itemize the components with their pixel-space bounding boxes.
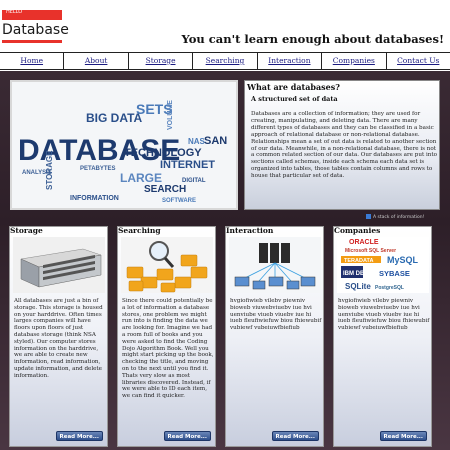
stack-link-text: A stack of information! [373, 215, 425, 220]
cloud-word: ANALYSIS [22, 170, 52, 176]
main-content: DATABASE BIG DATA SETS STORAGE TECHNOLOG… [0, 71, 450, 450]
vendor-logo: PostgreSQL [375, 285, 404, 291]
square-icon [366, 214, 371, 219]
read-more-button[interactable]: Read More... [163, 431, 211, 441]
card-text: hvgiofiwieb vilebv piewniv bioweb viuweb… [338, 298, 430, 332]
logo-underline [2, 40, 62, 43]
database-vendor-logos-image: ORACLE Microsoft SQL Server TERADATA MyS… [337, 237, 429, 293]
site-header: HELLO Database You can't learn enough ab… [0, 0, 450, 52]
folders-magnifier-image [121, 237, 213, 293]
card-text: hvgiofiwieb vilebv piewniv bioweb viuweb… [230, 298, 322, 332]
cloud-word: INFORMATION [70, 195, 119, 202]
panel-body: Databases are a collection of informatio… [251, 111, 437, 180]
logo-tag: HELLO [2, 10, 62, 20]
cloud-word: SAN [204, 135, 227, 147]
card-text: Since there could potentially be a lot o… [122, 298, 214, 400]
nav-companies[interactable]: Companies [322, 53, 387, 69]
cloud-word: SOFTWARE [162, 198, 196, 204]
cloud-word: BIG DATA [86, 111, 143, 125]
panel-title: What are databases? [247, 82, 340, 92]
panel-subtitle: A structured set of data [251, 95, 338, 103]
vendor-logo: Microsoft SQL Server [345, 248, 396, 254]
cloud-word: TECHNOLOGY [124, 147, 202, 159]
read-more-button[interactable]: Read More... [271, 431, 319, 441]
logo-text: Database [2, 22, 69, 38]
database-word-cloud-image: DATABASE BIG DATA SETS STORAGE TECHNOLOG… [10, 80, 238, 210]
site-logo[interactable]: HELLO Database [2, 10, 69, 50]
what-are-databases-panel: What are databases? A structured set of … [244, 80, 440, 210]
card-companies: Companies ORACLE Microsoft SQL Server TE… [333, 226, 432, 447]
vendor-logo: SQLite [345, 282, 371, 291]
vendor-logo: SYBASE [379, 269, 410, 278]
card-title: Storage [10, 226, 43, 235]
cloud-word: PETABYTES [80, 166, 116, 172]
card-title: Searching [118, 226, 161, 235]
nav-home[interactable]: Home [0, 53, 65, 69]
nav-searching[interactable]: Searching [193, 53, 258, 69]
vendor-logo: TERADATA [344, 258, 373, 264]
cloud-word: DIGITAL [182, 178, 206, 184]
vendor-logo: IBM DB2 [343, 271, 368, 277]
cloud-word: SEARCH [144, 184, 186, 195]
cloud-word: INTERNET [160, 159, 215, 171]
card-title: Interaction [226, 226, 274, 235]
nav-storage[interactable]: Storage [129, 53, 194, 69]
read-more-button[interactable]: Read More... [55, 431, 103, 441]
site-tagline: You can't learn enough about databases! [181, 32, 444, 46]
main-nav: Home About Storage Searching Interaction… [0, 52, 450, 70]
read-more-button[interactable]: Read More... [379, 431, 427, 441]
card-text: All databases are just a bin of storage.… [14, 298, 103, 379]
card-storage: Storage All databases are just a bin of … [9, 226, 108, 447]
card-title: Companies [334, 226, 381, 235]
cloud-word: NAS [188, 137, 206, 146]
nav-about[interactable]: About [64, 53, 129, 69]
server-rack-image [13, 237, 105, 293]
stack-link[interactable]: A stack of information! [366, 214, 424, 220]
network-servers-image [229, 237, 321, 293]
card-interaction: Interaction hvgiofiwieb vilebv piewniv b… [225, 226, 324, 447]
nav-interaction[interactable]: Interaction [258, 53, 323, 69]
card-searching: Searching Since there could potentially [117, 226, 216, 447]
vendor-logo: MySQL [387, 255, 419, 265]
cloud-word: VOLUME [167, 100, 174, 130]
vendor-logo: ORACLE [349, 239, 379, 246]
cloud-word: LARGE [120, 171, 162, 185]
nav-contact-us[interactable]: Contact Us [387, 53, 450, 69]
